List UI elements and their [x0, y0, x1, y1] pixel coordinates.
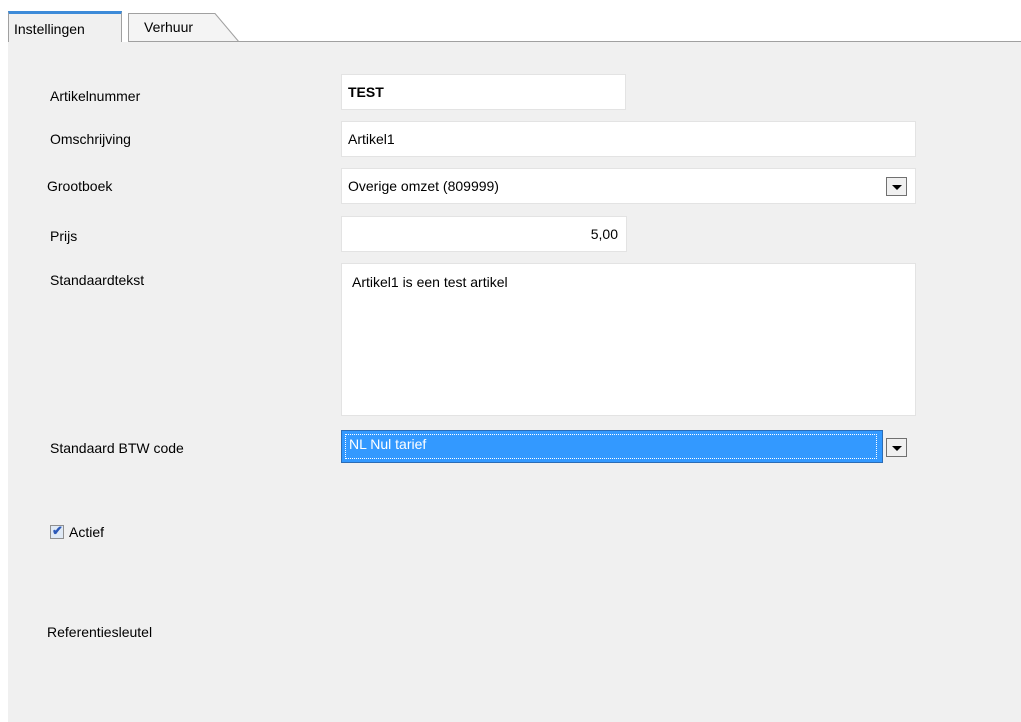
- grootboek-value: Overige omzet (809999): [348, 178, 499, 194]
- btw-value: NL Nul tarief: [349, 436, 427, 452]
- tab-strip: Instellingen Verhuur: [0, 0, 1021, 43]
- prijs-label: Prijs: [50, 228, 78, 244]
- omschrijving-input[interactable]: Artikel1: [341, 121, 916, 157]
- grootboek-select[interactable]: Overige omzet (809999): [341, 168, 916, 204]
- prijs-input[interactable]: 5,00: [341, 216, 627, 252]
- checkmark-icon: ✔: [52, 523, 63, 538]
- standaardtekst-label: Standaardtekst: [50, 272, 145, 288]
- artikelnummer-input[interactable]: TEST: [341, 74, 626, 110]
- chevron-down-icon: [892, 185, 902, 190]
- tab-instellingen-label: Instellingen: [14, 21, 85, 37]
- artikelnummer-label: Artikelnummer: [50, 88, 141, 104]
- btw-label: Standaard BTW code: [50, 440, 184, 456]
- btw-dropdown-button[interactable]: [886, 438, 907, 457]
- referentiesleutel-label: Referentiesleutel: [47, 624, 153, 640]
- grootboek-label: Grootboek: [47, 178, 113, 194]
- btw-select[interactable]: NL Nul tarief: [341, 430, 883, 463]
- actief-checkbox[interactable]: ✔: [50, 523, 64, 539]
- actief-label: Actief: [69, 524, 105, 540]
- tab-instellingen[interactable]: Instellingen: [8, 11, 122, 43]
- grootboek-dropdown-button[interactable]: [886, 177, 907, 196]
- chevron-down-icon: [892, 446, 902, 451]
- omschrijving-label: Omschrijving: [50, 131, 131, 147]
- standaardtekst-textarea[interactable]: Artikel1 is een test artikel: [341, 263, 916, 416]
- tab-verhuur-outline: [128, 13, 240, 42]
